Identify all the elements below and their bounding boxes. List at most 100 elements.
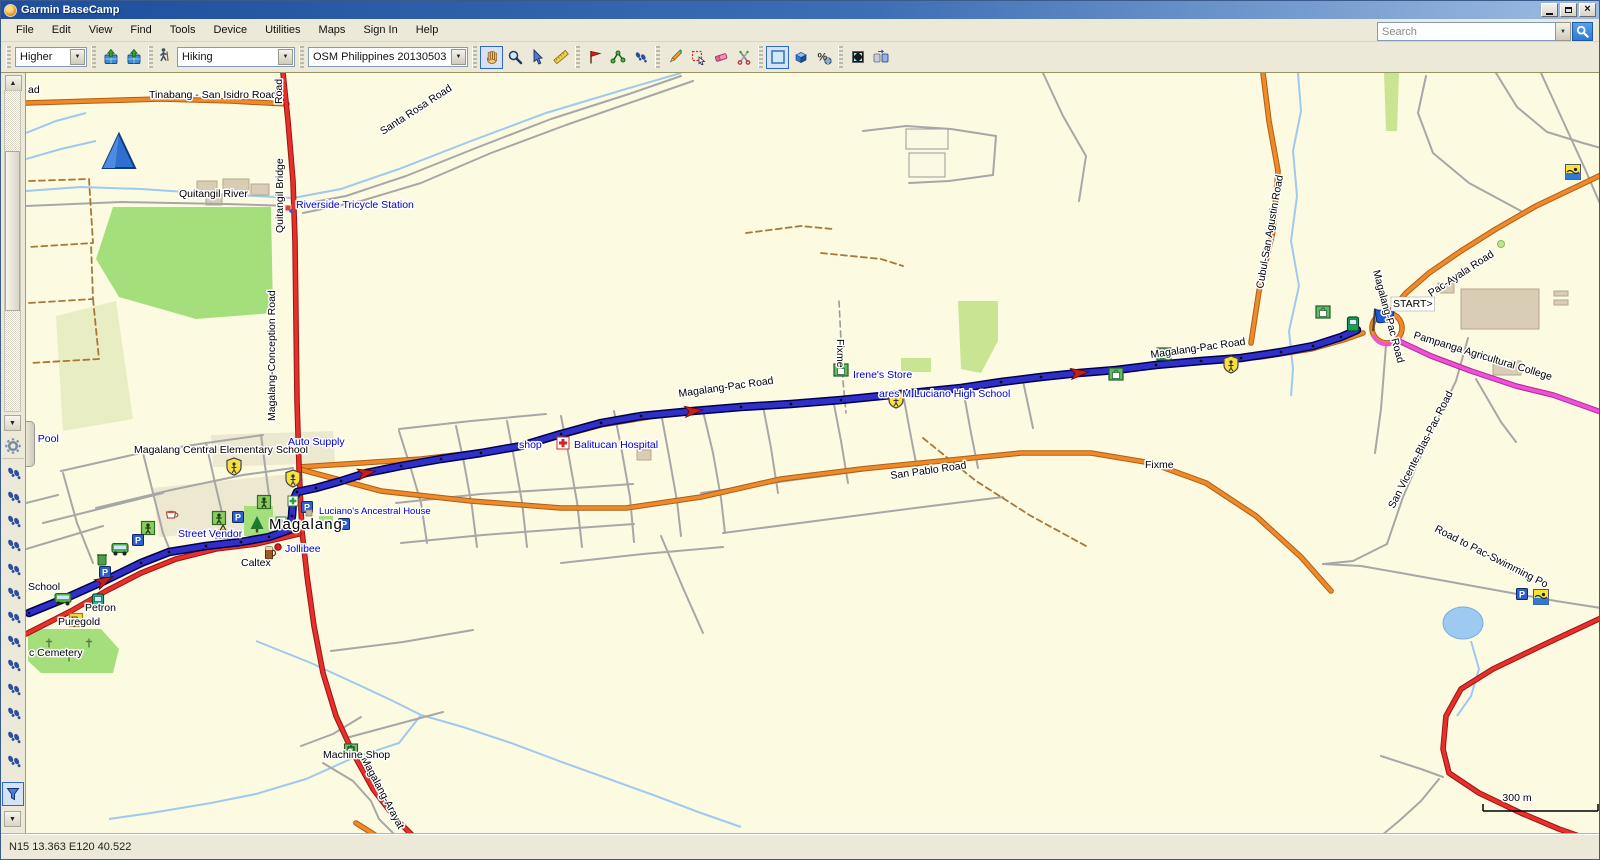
activity-combo-arrow-icon[interactable]: ▼	[278, 49, 293, 65]
track-point	[1200, 360, 1202, 362]
activity-combo[interactable]: Hiking▼	[177, 47, 295, 67]
track-point	[480, 452, 482, 454]
track-list-item[interactable]	[1, 653, 26, 677]
status-bar: N15 13.363 E120 40.522	[1, 834, 1599, 859]
footprints-icon	[5, 656, 23, 674]
menu-view[interactable]: View	[80, 20, 122, 40]
menu-edit[interactable]: Edit	[43, 20, 80, 40]
new-track-tool-button[interactable]	[629, 46, 652, 69]
transfer-icon	[873, 49, 889, 65]
new-waypoint-tool-button[interactable]	[583, 46, 606, 69]
footprints-icon	[5, 752, 23, 770]
view-3d-tool-button[interactable]	[789, 46, 812, 69]
restore-button[interactable]	[1560, 3, 1577, 17]
select-items-tool-button[interactable]	[686, 46, 709, 69]
filter-funnel-icon	[5, 786, 21, 802]
track-list-item[interactable]	[1, 701, 26, 725]
map-label: Irene's Store	[853, 369, 912, 381]
track-list-item[interactable]	[1, 485, 26, 509]
select-tool-button[interactable]	[526, 46, 549, 69]
track-point	[268, 536, 270, 538]
map-arrow-icon	[126, 49, 142, 65]
sidebar-scroll-down-2[interactable]: ▼	[4, 811, 21, 827]
measure-tool-button[interactable]	[549, 46, 572, 69]
sidebar-scrollbar[interactable]	[4, 90, 21, 412]
track-list-item[interactable]	[1, 461, 26, 485]
toolbar-grip	[91, 46, 96, 68]
map-label: Caltex	[241, 557, 272, 569]
zoom-tool-button[interactable]	[503, 46, 526, 69]
track-list-item[interactable]	[1, 677, 26, 701]
map-product-combo[interactable]: OSM Philippines 20130503▼	[308, 47, 468, 67]
shrink-tool-button[interactable]: %	[812, 46, 835, 69]
magnifier-icon	[507, 49, 523, 65]
menu-file[interactable]: File	[7, 20, 43, 40]
track-point	[440, 458, 442, 460]
gear-icon[interactable]	[2, 433, 24, 459]
sidebar-scroll-down[interactable]: ▼	[4, 415, 21, 431]
menu-find[interactable]: Find	[121, 20, 160, 40]
track-list-item[interactable]	[1, 725, 26, 749]
swimming-icon	[1566, 165, 1581, 180]
menu-tools[interactable]: Tools	[161, 20, 205, 40]
activity-icon	[156, 47, 176, 68]
menu-utilities[interactable]: Utilities	[256, 20, 309, 40]
track-list-item[interactable]	[1, 509, 26, 533]
parking-icon: P	[133, 535, 144, 546]
close-button[interactable]: ×	[1579, 3, 1596, 17]
track-list-item[interactable]	[1, 749, 26, 773]
toolbar-grip	[655, 46, 660, 68]
building	[637, 450, 651, 460]
install-maps-button[interactable]	[99, 46, 122, 69]
receive-maps-button[interactable]	[122, 46, 145, 69]
sidebar-scroll-up[interactable]: ▲	[5, 75, 22, 91]
minimize-button[interactable]	[1541, 3, 1558, 17]
map-label: Luciano's Ancestral House	[319, 506, 431, 517]
track-list-item[interactable]	[1, 629, 26, 653]
pan-tool-button[interactable]	[480, 46, 503, 69]
new-route-tool-button[interactable]	[606, 46, 629, 69]
detail-level-combo-arrow-icon[interactable]: ▼	[70, 49, 85, 65]
search-button[interactable]	[1572, 22, 1593, 41]
map-label: Road	[273, 79, 285, 104]
map-product-combo-arrow-icon[interactable]: ▼	[451, 49, 466, 65]
map-label: Balitucan Hospital	[574, 439, 658, 451]
eraser-icon	[713, 49, 729, 65]
draw-tool-button[interactable]	[663, 46, 686, 69]
track-list-item[interactable]	[1, 581, 26, 605]
panel-collapse-handle[interactable]	[26, 421, 35, 467]
title-bar[interactable]: Garmin BaseCamp ×	[1, 1, 1599, 19]
footprints-icon	[5, 728, 23, 746]
menu-sign-in[interactable]: Sign In	[354, 20, 406, 40]
track-list-item[interactable]	[1, 605, 26, 629]
search-dropdown-arrow-icon[interactable]: ▼	[1555, 22, 1571, 41]
detail-level-combo[interactable]: Higher▼	[15, 47, 87, 67]
menu-maps[interactable]: Maps	[310, 20, 355, 40]
track-point	[240, 541, 242, 543]
store-icon	[1316, 306, 1330, 318]
map-label: Machine Shop	[323, 749, 390, 761]
track-list-item[interactable]	[1, 533, 26, 557]
sidebar-scroll-thumb[interactable]	[5, 151, 20, 311]
track-point	[400, 465, 402, 467]
menu-help[interactable]: Help	[407, 20, 448, 40]
detail-level-combo-value: Higher	[20, 51, 69, 63]
search-input[interactable]	[1377, 22, 1555, 41]
menu-device[interactable]: Device	[204, 20, 256, 40]
filter-funnel-icon[interactable]	[2, 782, 24, 806]
transfer-tool-button[interactable]	[869, 46, 892, 69]
show-detail-window-tool-button[interactable]	[766, 46, 789, 69]
map-label: Riverside Tricycle Station	[296, 199, 414, 211]
parking-icon: P	[100, 567, 111, 578]
map-label: c Cemetery	[29, 647, 83, 659]
map-canvas[interactable]: PPPPPPadTinabang - San Isidro RoadSanta …	[26, 73, 1600, 836]
map-label: Quitangil River	[179, 188, 248, 200]
toolbar-grip	[758, 46, 763, 68]
erase-tool-button[interactable]	[709, 46, 732, 69]
full-screen-tool-button[interactable]	[846, 46, 869, 69]
footprints-icon	[5, 512, 23, 530]
scissors-icon	[736, 49, 752, 65]
footprints-icon	[5, 488, 23, 506]
divide-tool-button[interactable]	[732, 46, 755, 69]
track-list-item[interactable]	[1, 557, 26, 581]
